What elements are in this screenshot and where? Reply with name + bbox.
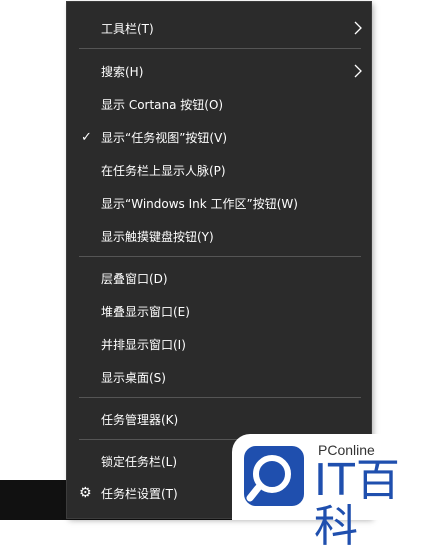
menu-item-label: 堆叠显示窗口(E) <box>101 305 190 319</box>
menu-separator <box>79 397 361 398</box>
menu-item-label: 显示“Windows Ink 工作区”按钮(W) <box>101 197 298 211</box>
magnifier-logo-icon <box>244 446 304 506</box>
menu-item-label: 工具栏(T) <box>101 22 154 36</box>
checkmark-icon: ✓ <box>81 130 92 145</box>
menu-separator <box>79 256 361 257</box>
menu-item-label: 锁定任务栏(L) <box>101 455 178 469</box>
menu-item-side-by-side[interactable]: 并排显示窗口(I) <box>67 329 371 362</box>
menu-item-label: 任务栏设置(T) <box>101 487 178 501</box>
gear-icon: ⚙ <box>79 485 92 501</box>
watermark: PConline IT百科 <box>232 434 434 550</box>
menu-item-show-windows-ink[interactable]: 显示“Windows Ink 工作区”按钮(W) <box>67 188 371 221</box>
menu-item-label: 在任务栏上显示人脉(P) <box>101 164 226 178</box>
chevron-right-icon <box>354 21 362 35</box>
menu-item-stack-windows[interactable]: 堆叠显示窗口(E) <box>67 296 371 329</box>
menu-item-show-desktop[interactable]: 显示桌面(S) <box>67 362 371 395</box>
menu-item-cascade-windows[interactable]: 层叠窗口(D) <box>67 263 371 296</box>
menu-item-show-people[interactable]: 在任务栏上显示人脉(P) <box>67 155 371 188</box>
menu-item-label: 任务管理器(K) <box>101 413 179 427</box>
menu-item-label: 显示桌面(S) <box>101 371 166 385</box>
menu-item-label: 搜索(H) <box>101 65 144 79</box>
menu-item-label: 层叠窗口(D) <box>101 272 168 286</box>
menu-item-label: 显示 Cortana 按钮(O) <box>101 98 224 112</box>
menu-separator <box>79 48 361 49</box>
menu-item-show-cortana[interactable]: 显示 Cortana 按钮(O) <box>67 89 371 122</box>
menu-item-toolbars[interactable]: 工具栏(T) <box>67 13 371 46</box>
menu-item-show-task-view[interactable]: ✓ 显示“任务视图”按钮(V) <box>67 122 371 155</box>
menu-item-label: 显示“任务视图”按钮(V) <box>101 131 228 145</box>
watermark-title: IT百科 <box>314 455 401 552</box>
menu-item-show-touch-keyboard[interactable]: 显示触摸键盘按钮(Y) <box>67 221 371 254</box>
menu-item-search[interactable]: 搜索(H) <box>67 56 371 89</box>
menu-item-task-manager[interactable]: 任务管理器(K) <box>67 404 371 437</box>
menu-item-label: 显示触摸键盘按钮(Y) <box>101 230 214 244</box>
menu-item-label: 并排显示窗口(I) <box>101 338 186 352</box>
chevron-right-icon <box>354 64 362 78</box>
